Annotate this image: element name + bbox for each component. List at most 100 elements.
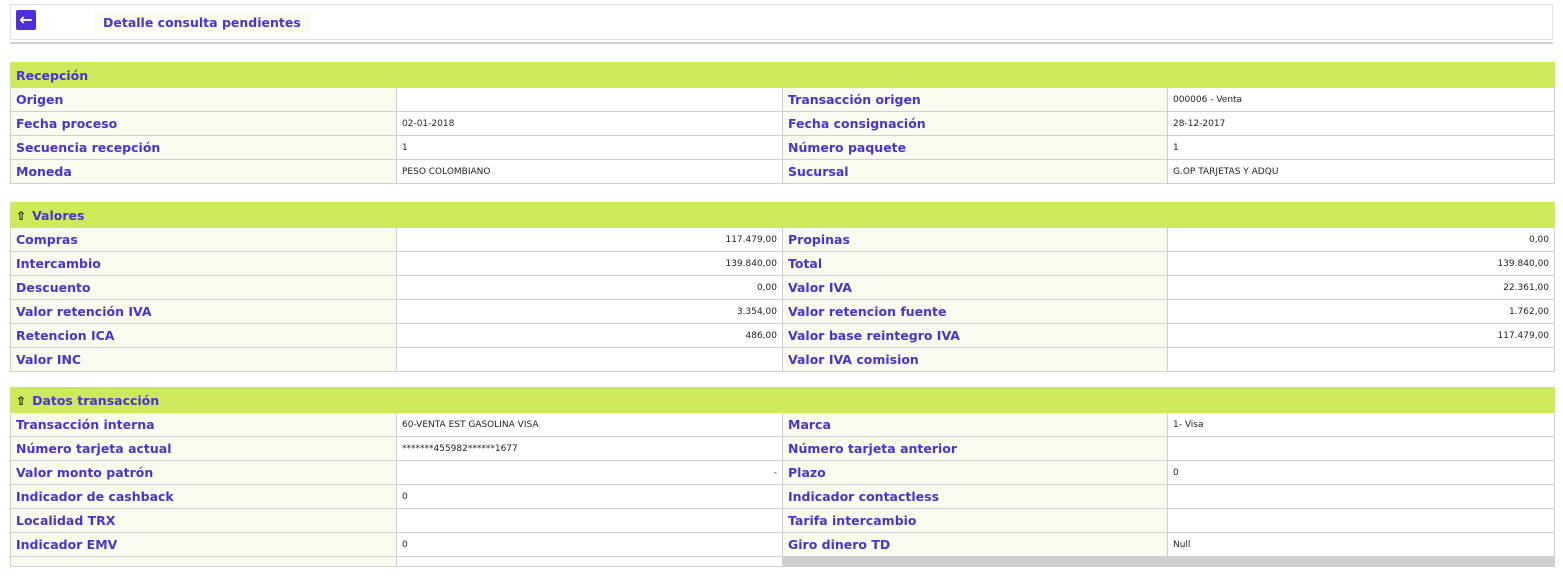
field-value: 1	[396, 135, 783, 160]
field-label: Valor base reintegro IVA	[782, 323, 1168, 348]
field-label: Plazo	[782, 460, 1168, 485]
field-label: Valor retencion fuente	[782, 299, 1168, 324]
field-label: Secuencia recepción	[10, 135, 397, 160]
table-row: Compras 117.479,00 Propinas 0,00	[10, 227, 1556, 252]
field-label: Moneda	[10, 159, 397, 184]
field-label: Valor monto patrón	[10, 460, 397, 485]
field-value: 0,00	[396, 275, 783, 300]
header-bar: ← Detalle consulta pendientes	[10, 4, 1553, 40]
field-value	[1166, 436, 1556, 461]
field-value: 1.762,00	[1166, 299, 1556, 324]
field-label: Fecha proceso	[10, 111, 397, 136]
field-value: 1	[1167, 135, 1555, 160]
section-header-cell: ⇧ Datos transacción	[9, 387, 1556, 413]
section-header[interactable]: ⇧ Datos transacción	[9, 387, 1556, 413]
table-row	[10, 556, 1556, 567]
field-value	[1166, 508, 1556, 533]
section-header-cell: ⇧ Valores	[9, 202, 1556, 228]
field-label: Valor retención IVA	[10, 299, 397, 324]
table-row: Intercambio 139.840,00 Total 139.840,00	[10, 251, 1556, 276]
table-row: Transacción interna 60-VENTA EST GASOLINA…	[10, 412, 1556, 437]
table-row: Origen Transacción origen 000006 - Venta	[10, 87, 1555, 112]
table-row: Valor monto patrón - Plazo 0	[10, 460, 1556, 485]
back-button[interactable]: ←	[16, 10, 36, 30]
field-value: 3.354,00	[396, 299, 783, 324]
field-value: 117.479,00	[1166, 323, 1556, 348]
field-value: *******455982******1677	[396, 436, 783, 461]
table-row: Localidad TRX Tarifa intercambio	[10, 508, 1556, 533]
field-label: Propinas	[782, 227, 1168, 252]
section-1-table: ⇧ Valores Compras 117.479,00 Propinas 0,00 Int…	[9, 202, 1556, 372]
collapse-arrow-icon[interactable]: ⇧	[16, 209, 26, 223]
field-value: 0	[1166, 460, 1556, 485]
field-label: Tarifa intercambio	[782, 508, 1168, 533]
field-label: Número paquete	[782, 135, 1168, 160]
field-value: Null	[1166, 532, 1556, 557]
section-0-table: Recepción Origen Transacción origen 000006 …	[10, 62, 1555, 184]
field-value: 0	[396, 484, 783, 509]
table-row: Fecha proceso 02-01-2018 Fecha consignació…	[10, 111, 1555, 136]
field-value: 000006 - Venta	[1167, 87, 1555, 112]
section-title: Datos transacción	[32, 392, 160, 408]
scrollbar[interactable]	[781, 556, 1556, 567]
field-value: 0	[396, 532, 783, 557]
table-row: Número tarjeta actual *******455982******…	[10, 436, 1556, 461]
field-value	[396, 347, 783, 372]
field-value: 28-12-2017	[1167, 111, 1555, 136]
table-row: Moneda PESO COLOMBIANO Sucursal G.OP TARJET…	[10, 159, 1555, 184]
field-label: Número tarjeta anterior	[782, 436, 1168, 461]
field-value: 139.840,00	[1166, 251, 1556, 276]
page-title: Detalle consulta pendientes	[94, 12, 310, 33]
section-header[interactable]: ⇧ Valores	[9, 202, 1556, 228]
field-value	[1166, 347, 1556, 372]
field-label: Giro dinero TD	[782, 532, 1168, 557]
field-value	[1166, 484, 1556, 509]
field-label: Indicador contactless	[782, 484, 1168, 509]
field-value: 117.479,00	[396, 227, 783, 252]
field-label: Transacción origen	[782, 87, 1168, 112]
field-label: Sucursal	[782, 159, 1168, 184]
table-row: Indicador de cashback 0 Indicador contactl…	[10, 484, 1556, 509]
field-label: Transacción interna	[10, 412, 397, 437]
collapse-arrow-icon[interactable]: ⇧	[16, 394, 26, 408]
field-label: Retencion ICA	[10, 323, 397, 348]
field-label: Localidad TRX	[10, 508, 397, 533]
field-label: Valor IVA	[782, 275, 1168, 300]
field-label: Descuento	[10, 275, 397, 300]
field-value: 02-01-2018	[396, 111, 783, 136]
field-label: Marca	[782, 412, 1168, 437]
section-header: Recepción	[10, 62, 1555, 88]
field-value	[396, 87, 783, 112]
field-value: G.OP TARJETAS Y ADQU	[1167, 159, 1555, 184]
section-title: Valores	[32, 207, 85, 223]
table-row: Retencion ICA 486,00 Valor base reintegro …	[10, 323, 1556, 348]
section-2-table: ⇧ Datos transacción Transacción interna 60-…	[9, 387, 1556, 567]
table-row: Valor INC Valor IVA comision	[10, 347, 1556, 372]
field-label: Compras	[10, 227, 397, 252]
field-value: 22.361,00	[1166, 275, 1556, 300]
field-value	[396, 508, 783, 533]
field-label: Origen	[10, 87, 397, 112]
field-value: 0,00	[1166, 227, 1556, 252]
field-label: Número tarjeta actual	[10, 436, 397, 461]
divider	[10, 42, 1553, 44]
field-label: Indicador de cashback	[10, 484, 397, 509]
field-value: 486,00	[396, 323, 783, 348]
field-label: Valor INC	[10, 347, 397, 372]
table-row: Valor retención IVA 3.354,00 Valor retenci…	[10, 299, 1556, 324]
section-header-cell: Recepción	[10, 62, 1555, 88]
section-title: Recepción	[16, 67, 89, 83]
table-row: Indicador EMV 0 Giro dinero TD Null	[10, 532, 1556, 557]
table-row: Secuencia recepción 1 Número paquete 1	[10, 135, 1555, 160]
field-value: 60-VENTA EST GASOLINA VISA	[396, 412, 783, 437]
field-value: 139.840,00	[396, 251, 783, 276]
field-label: Total	[782, 251, 1168, 276]
field-label: Fecha consignación	[782, 111, 1168, 136]
field-label: Valor IVA comision	[782, 347, 1168, 372]
table-row: Descuento 0,00 Valor IVA 22.361,00	[10, 275, 1556, 300]
field-value: PESO COLOMBIANO	[396, 159, 783, 184]
field-value: -	[396, 460, 783, 485]
field-value: 1- Visa	[1166, 412, 1556, 437]
field-label: Intercambio	[10, 251, 397, 276]
arrow-left-icon: ←	[19, 10, 33, 29]
